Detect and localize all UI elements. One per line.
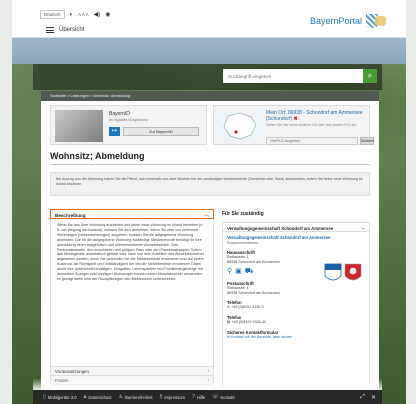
bayernid-login-button[interactable]: Zur BayernID <box>123 127 199 136</box>
help-icon: ? <box>192 394 195 400</box>
responsible-panel-title: Verwaltungsgemeinschaft Schondorf am Amm… <box>227 225 334 231</box>
search-button[interactable]: ⌕ <box>363 69 377 83</box>
breadcrumb[interactable]: Startseite > Leistungen > Wohnsitz; Abme… <box>41 91 379 101</box>
eye-icon[interactable]: ◉ <box>105 11 110 18</box>
close-icon[interactable]: ✕ <box>371 394 376 401</box>
accordion-prerequisites-label: Voraussetzungen <box>55 369 89 374</box>
accordion-description-header[interactable]: Beschreibung ︿ <box>50 209 214 219</box>
login-icon[interactable]: ↦ <box>109 127 120 136</box>
footer-bar: ▯ Mobilgeräte 3.0 🔒︎ Datenschutz ♿︎ Barrier… <box>33 390 382 404</box>
contrast-icon[interactable]: ◐ <box>70 12 74 18</box>
utility-bar: Deutsch ◐ A A A ◀) ◉ <box>40 10 111 19</box>
responsible-panel-header[interactable]: Verwaltungsgemeinschaft Schondorf am Amm… <box>222 222 370 232</box>
bus-icon[interactable]: ▣ <box>235 267 242 276</box>
hamburger-icon[interactable] <box>46 27 54 33</box>
remove-location-icon[interactable]: ✖ <box>294 116 298 122</box>
location-hint: Geben Sie hier einen anderen Ort oder ei… <box>266 123 358 127</box>
search-icon: ⌕ <box>367 71 373 80</box>
footer-mobile[interactable]: ▯ Mobilgeräte 3.0 <box>43 394 77 400</box>
footer-accessibility[interactable]: ♿︎ Barrierefreiheit <box>119 394 153 400</box>
phone-value[interactable]: ✆ +49 (0)8192 9330-0 <box>227 305 365 310</box>
content-panel: Startseite > Leistungen > Wohnsitz; Abme… <box>41 91 379 404</box>
chevron-up-icon: ︿ <box>203 212 209 218</box>
search-strip: ⌕ <box>33 64 382 90</box>
responsible-column: Für Sie zuständig Verwaltungsgemeinschaf… <box>222 209 370 402</box>
footer-right-icons: ⤢ ✕ <box>360 394 382 401</box>
overview-menu[interactable]: Übersicht <box>46 27 84 33</box>
bayernid-card: BayernID Ihr digitales Bürgerkonto ↦ Zur… <box>50 105 207 145</box>
contact-form-link[interactable]: ✉ Kontakt mit der Behörde, aber sicher! <box>227 335 365 340</box>
font-size-control[interactable]: A A A <box>78 12 89 17</box>
expand-icon[interactable]: ⤢ <box>360 394 365 401</box>
footer-contact[interactable]: ☏ Kontakt <box>212 394 234 400</box>
accordion-prerequisites[interactable]: Voraussetzungen › <box>50 367 214 376</box>
bayernid-subtitle: Ihr digitales Bürgerkonto <box>109 118 148 122</box>
postal-line-2: 86938 Schondorf am Ammersee <box>227 290 280 295</box>
office-subtitle: Einwohnermeldeamt <box>227 241 258 245</box>
location-card: Mein Ort: 86938 - Schondorf am Ammersee … <box>213 105 374 145</box>
bavaria-map-icon <box>218 110 262 142</box>
footer-imprint[interactable]: § Impressum <box>160 394 186 400</box>
footer-fade <box>33 378 382 390</box>
speaker-icon[interactable]: ◀) <box>94 11 101 18</box>
accessibility-icon: ♿︎ <box>118 394 124 400</box>
accordion-description-label: Beschreibung <box>55 212 86 218</box>
menu-label: Übersicht <box>59 27 85 33</box>
bayernid-title: BayernID <box>109 111 130 117</box>
chevron-right-icon: › <box>207 368 209 373</box>
location-title: Mein Ort: 86938 - Schondorf am Ammersee … <box>266 110 363 122</box>
plz-input[interactable] <box>266 137 358 145</box>
office-name[interactable]: Verwaltungsgemeinschaft Schondorf am Amm… <box>227 235 365 240</box>
intro-text: Bei Auszug aus der Wohnung haben Sie die… <box>50 172 370 196</box>
fax-value: ▤ +49 (0)8192 9330-40 <box>227 319 267 324</box>
info-icon: § <box>159 394 163 400</box>
title-divider <box>50 164 370 165</box>
header: Deutsch ◐ A A A ◀) ◉ Übersicht BayernPor… <box>12 0 406 38</box>
select-location-button[interactable]: Wählen <box>360 137 374 145</box>
contact-icon: ☏ <box>212 394 219 400</box>
footer-privacy[interactable]: 🔒︎ Datenschutz <box>84 394 112 400</box>
lock-icon: 🔒︎ <box>83 394 87 400</box>
mobile-icon: ▯ <box>43 394 46 400</box>
chevron-down-icon: ⌄ <box>361 224 365 230</box>
description-column: Beschreibung ︿ Wenn Sie aus Ihrer Wohnun… <box>50 209 214 385</box>
responsible-panel-body: Verwaltungsgemeinschaft Schondorf am Amm… <box>222 232 370 402</box>
accordion-description-body: Wenn Sie aus Ihrer Wohnung ausziehen und… <box>50 219 214 367</box>
footer-help[interactable]: ? Hilfe <box>192 394 205 400</box>
service-cards: BayernID Ihr digitales Bürgerkonto ↦ Zur… <box>41 101 379 145</box>
logo-text: BayernPortal <box>309 16 362 26</box>
responsible-heading: Für Sie zuständig <box>222 211 264 217</box>
bayernportal-logo[interactable]: BayernPortal <box>310 14 386 28</box>
municipal-coat-of-arms-icon <box>324 263 362 281</box>
walk-icon[interactable]: ⚲ <box>227 267 232 276</box>
page-title: Wohnsitz; Abmeldung <box>50 151 145 161</box>
car-icon[interactable]: ⛟ <box>245 267 254 276</box>
language-select[interactable]: Deutsch <box>40 10 65 19</box>
search-input[interactable] <box>223 69 363 83</box>
bavarian-crest-icon <box>366 14 386 28</box>
bayernid-image <box>55 110 103 142</box>
